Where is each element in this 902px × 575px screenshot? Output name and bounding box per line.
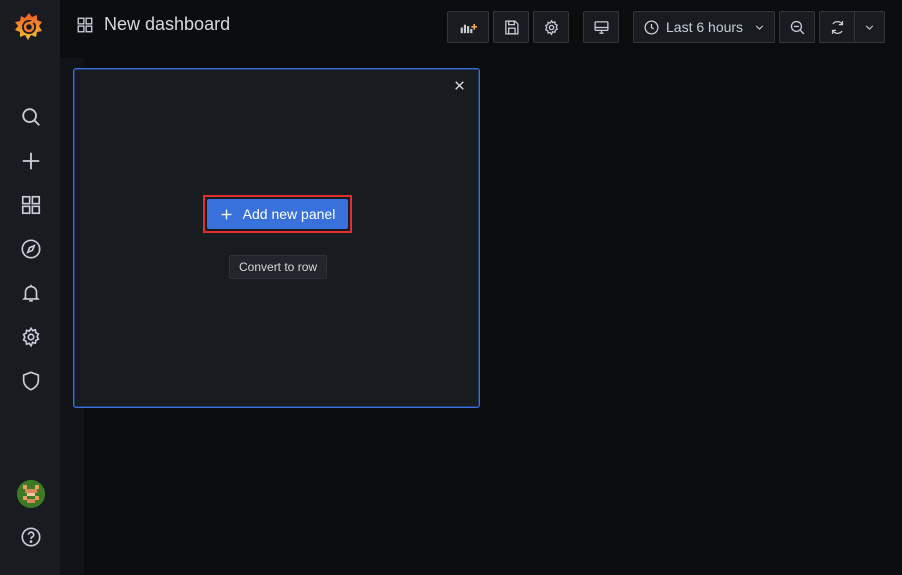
convert-to-row-button[interactable]: Convert to row	[229, 255, 328, 279]
bell-icon[interactable]	[15, 277, 47, 309]
add-panel-icon	[460, 23, 477, 33]
plus-icon	[221, 209, 232, 219]
dashboards-icon	[76, 16, 94, 34]
refresh-interval-dropdown[interactable]	[854, 11, 885, 43]
dashboards-icon[interactable]	[15, 189, 47, 221]
shield-icon[interactable]	[15, 365, 47, 397]
gear-icon	[544, 19, 558, 35]
dashboard-title-area[interactable]: New dashboard	[76, 14, 230, 35]
avatar[interactable]	[17, 480, 45, 508]
time-range-label: Last 6 hours	[666, 19, 744, 35]
clock-icon	[644, 19, 659, 35]
plus-icon[interactable]	[15, 145, 47, 177]
top-navbar: New dashboard Last 6 hours	[60, 0, 902, 56]
highlight-outline: Add new panel	[203, 195, 352, 233]
compass-icon[interactable]	[15, 233, 47, 265]
save-icon	[504, 19, 519, 35]
refresh-icon	[831, 20, 843, 34]
add-panel-widget: Add new panel Convert to row	[73, 68, 480, 408]
sidebar	[0, 0, 60, 575]
add-new-panel-button[interactable]: Add new panel	[207, 199, 348, 229]
monitor-icon	[593, 20, 609, 34]
grafana-logo[interactable]	[12, 10, 46, 44]
chevron-down-icon	[755, 24, 764, 30]
zoom-out-button[interactable]	[779, 11, 815, 43]
add-new-panel-label: Add new panel	[242, 206, 336, 222]
add-panel-button[interactable]	[447, 11, 489, 43]
page-title[interactable]: New dashboard	[104, 14, 230, 35]
time-range-picker[interactable]: Last 6 hours	[633, 11, 775, 43]
search-icon[interactable]	[15, 101, 47, 133]
save-dashboard-button[interactable]	[493, 11, 529, 43]
refresh-button[interactable]	[819, 11, 855, 43]
tv-mode-button[interactable]	[583, 11, 619, 43]
help-icon[interactable]	[15, 521, 47, 553]
gear-icon[interactable]	[15, 321, 47, 353]
dashboard-settings-button[interactable]	[533, 11, 569, 43]
zoom-out-icon	[790, 20, 804, 34]
close-icon[interactable]	[451, 77, 467, 93]
chevron-down-icon	[865, 24, 874, 30]
